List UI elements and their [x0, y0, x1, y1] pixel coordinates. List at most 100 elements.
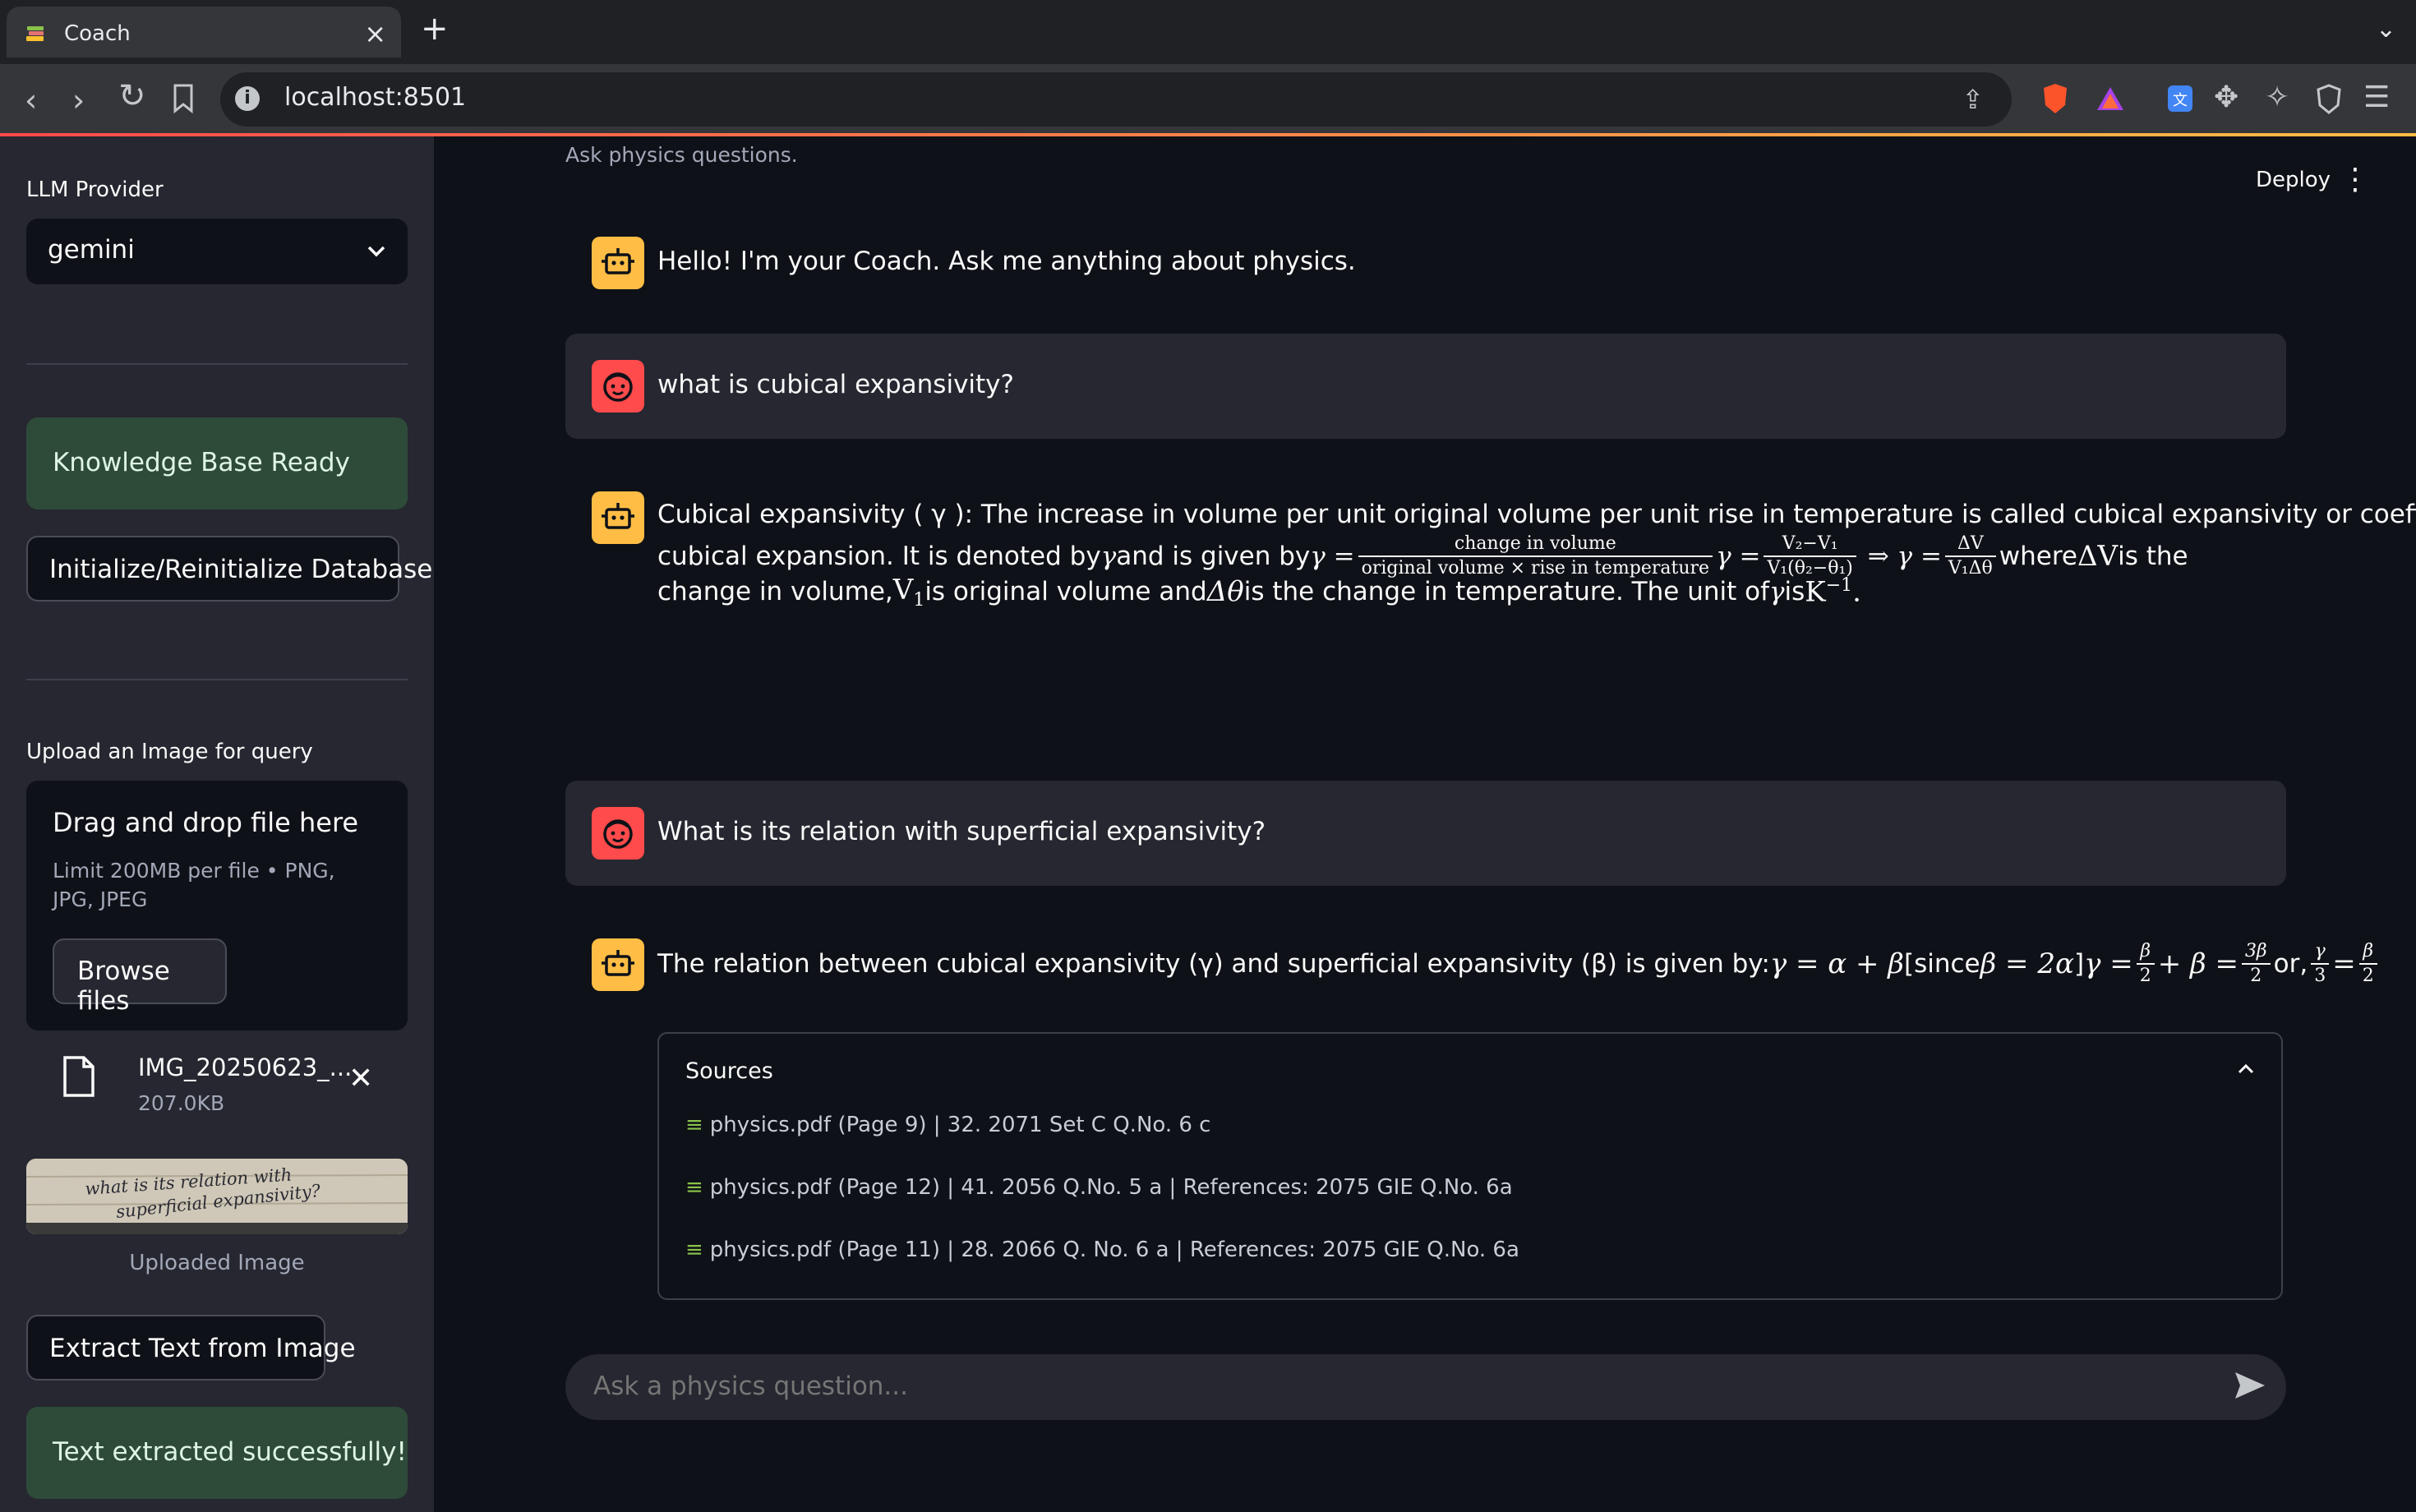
math-v1: V1 — [892, 574, 925, 611]
user-avatar-icon — [592, 360, 644, 413]
fraction-gamma-over-3: γ3 — [2311, 940, 2330, 988]
math-unit-k-inverse: K−1. — [1805, 575, 1861, 609]
reload-icon[interactable]: ↻ — [118, 77, 146, 115]
math-equals: = — [2332, 947, 2356, 980]
extract-text-label: Extract Text from Image — [49, 1334, 356, 1363]
sources-expander-title: Sources — [685, 1058, 773, 1084]
answer-1-line-1: Cubical expansivity ( γ ): The increase … — [657, 500, 2416, 529]
math-delta-v: ΔV — [2077, 540, 2119, 573]
user-message: what is cubical expansivity? — [565, 334, 2286, 439]
books-icon: ≡ — [685, 1238, 703, 1262]
assistant-message: The relation between cubical expansivity… — [565, 929, 2377, 1300]
ai-sparkle-icon[interactable]: ✧ — [2265, 81, 2289, 114]
greeting-text: Hello! I'm your Coach. Ask me anything a… — [657, 247, 1356, 276]
answer-1-text: where — [1999, 542, 2077, 571]
extract-text-button[interactable]: Extract Text from Image — [26, 1315, 356, 1381]
llm-provider-select[interactable]: gemini — [26, 219, 408, 284]
brave-shield-icon[interactable] — [2041, 82, 2069, 115]
math-implies-gamma: ⇒ γ = — [1859, 542, 1942, 571]
uploaded-image-thumbnail: what is its relation with superficial ex… — [26, 1159, 408, 1234]
fraction-numerator: V₂−V₁ — [1764, 532, 1856, 557]
answer-2-text: The relation between cubical expansivity… — [657, 949, 1770, 979]
source-text: physics.pdf (Page 11) | 28. 2066 Q. No. … — [709, 1238, 1519, 1262]
chevron-up-icon — [2238, 1063, 2254, 1074]
puzzle-icon[interactable]: ✥ — [2214, 81, 2238, 114]
bot-avatar-icon — [592, 237, 644, 289]
fraction-delta-v: ΔV V₁Δθ — [1944, 532, 1996, 580]
extract-success-text: Text extracted successfully! — [53, 1437, 407, 1467]
answer-1-text: cubical expansion. It is denoted by — [657, 542, 1101, 571]
app-menu-icon[interactable]: ⋮ — [2340, 163, 2370, 196]
uploaded-file-size: 207.0KB — [138, 1091, 225, 1115]
answer-2-line: The relation between cubical expansivity… — [657, 940, 2381, 988]
assistant-message: Cubical expansivity ( γ ): The increase … — [565, 482, 2416, 863]
vpn-shield-icon[interactable] — [2316, 84, 2342, 115]
answer-1-text: is the change in temperature. The unit o… — [1243, 577, 1769, 607]
answer-2-text: ] — [2073, 949, 2085, 979]
browser-tab-strip: Coach × + ⌄ — [0, 0, 2416, 64]
remove-file-icon[interactable]: ✕ — [348, 1062, 373, 1095]
browser-toolbar: ‹ › ↻ i localhost:8501 ⇪ 文 ✥ ✧ ☰ — [0, 64, 2416, 136]
answer-1-text: and is given by — [1116, 542, 1311, 571]
deploy-button[interactable]: Deploy — [2256, 168, 2331, 192]
initialize-database-button[interactable]: Initialize/Reinitialize Database — [26, 536, 432, 602]
sidebar-divider — [26, 679, 408, 680]
answer-2-text: [since — [1903, 949, 1980, 979]
math-gamma: γ — [1100, 542, 1117, 571]
new-tab-icon[interactable]: + — [421, 10, 449, 48]
browse-files-label: Browse files — [77, 957, 170, 1016]
site-info-icon[interactable]: i — [235, 86, 260, 111]
brave-rewards-icon[interactable] — [2096, 85, 2125, 112]
url-text[interactable]: localhost:8501 — [284, 83, 466, 112]
page-caption: Ask physics questions. — [565, 143, 798, 167]
dropzone-title: Drag and drop file here — [53, 807, 359, 838]
source-item: ≡ physics.pdf (Page 9) | 32. 2071 Set C Q… — [685, 1113, 1210, 1137]
sources-expander-expanded[interactable]: Sources ≡ physics.pdf (Page 9) | 32. 2071… — [657, 1032, 2283, 1300]
uploaded-image-caption: Uploaded Image — [129, 1251, 305, 1275]
bot-avatar-icon — [592, 938, 644, 991]
bot-avatar-icon — [592, 491, 644, 544]
knowledge-base-status-text: Knowledge Base Ready — [53, 448, 350, 477]
send-icon[interactable] — [2232, 1367, 2268, 1404]
forward-icon[interactable]: › — [72, 82, 85, 118]
user-question-2: What is its relation with superficial ex… — [657, 817, 1266, 846]
math-plus-beta: + β = — [2157, 947, 2238, 980]
translate-extension-icon[interactable]: 文 — [2166, 84, 2194, 113]
tab-title: Coach — [64, 21, 131, 46]
tab-list-chevron-icon[interactable]: ⌄ — [2376, 15, 2396, 44]
file-dropzone[interactable]: Drag and drop file here Limit 200MB per … — [26, 781, 408, 1030]
back-icon[interactable]: ‹ — [25, 82, 37, 118]
books-favicon-icon — [26, 26, 44, 41]
extract-success-alert: Text extracted successfully! — [26, 1407, 408, 1499]
bookmark-icon[interactable] — [173, 84, 194, 113]
answer-1-line-3: change in volume, V1 is original volume … — [657, 574, 1861, 611]
llm-provider-value: gemini — [48, 235, 135, 265]
initialize-database-label: Initialize/Reinitialize Database — [49, 555, 433, 584]
user-question-1: what is cubical expansivity? — [657, 370, 1014, 399]
source-text: physics.pdf (Page 12) | 41. 2056 Q.No. 5… — [709, 1175, 1513, 1200]
source-item: ≡ physics.pdf (Page 12) | 41. 2056 Q.No. … — [685, 1175, 1513, 1200]
source-item: ≡ physics.pdf (Page 11) | 28. 2066 Q. No.… — [685, 1238, 1519, 1262]
chevron-down-icon — [367, 246, 385, 257]
share-icon[interactable]: ⇪ — [1962, 84, 1984, 115]
books-icon: ≡ — [685, 1113, 703, 1137]
answer-1-text: is original volume and — [924, 577, 1207, 607]
browser-tab[interactable]: Coach × — [7, 7, 401, 58]
llm-provider-label: LLM Provider — [26, 177, 164, 202]
math-equation-gamma-alpha-beta: γ = α + β — [1769, 947, 1904, 980]
math-gamma: γ — [1769, 577, 1785, 607]
chat-input[interactable] — [592, 1371, 2156, 1402]
math-gamma-equals: γ = — [1716, 542, 1761, 571]
user-message: What is its relation with superficial ex… — [565, 781, 2286, 886]
tab-close-icon[interactable]: × — [364, 18, 386, 49]
fraction-numerator: ΔV — [1944, 532, 1996, 557]
sidebar-divider — [26, 363, 408, 365]
knowledge-base-status-alert: Knowledge Base Ready — [26, 417, 408, 509]
address-bar[interactable]: i localhost:8501 ⇪ — [220, 72, 2012, 127]
math-gamma-equals: γ = — [2084, 947, 2133, 980]
fraction-3beta-over-2: 3β 2 — [2241, 940, 2271, 988]
fraction-numerator: change in volume — [1358, 532, 1713, 557]
menu-icon[interactable]: ☰ — [2363, 81, 2390, 114]
browse-files-button[interactable]: Browse files — [53, 938, 227, 1016]
dropzone-limit: Limit 200MB per file • PNG, JPG, JPEG — [53, 859, 335, 911]
